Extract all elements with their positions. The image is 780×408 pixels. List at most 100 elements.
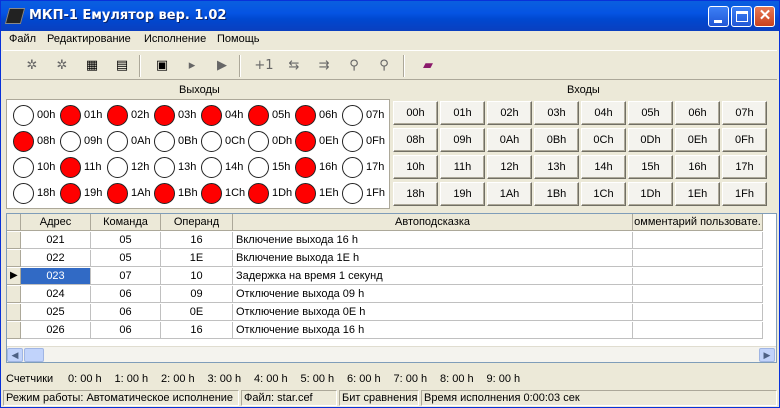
input-button-0Eh[interactable]: 0Eh	[675, 128, 720, 152]
output-led-06h[interactable]	[295, 105, 316, 126]
output-led-0Bh[interactable]	[154, 131, 175, 152]
column-header[interactable]: Команда	[91, 214, 161, 231]
output-led-16h[interactable]	[295, 157, 316, 178]
debug-icon[interactable]: ✲	[21, 55, 43, 77]
table-cell-cmd[interactable]: 06	[91, 286, 161, 303]
output-led-01h[interactable]	[60, 105, 81, 126]
table-cell-cmd[interactable]: 05	[91, 232, 161, 249]
column-header[interactable]: омментарий пользовате.	[633, 214, 763, 231]
input-button-18h[interactable]: 18h	[393, 182, 438, 206]
input-button-02h[interactable]: 02h	[487, 101, 532, 125]
output-led-09h[interactable]	[60, 131, 81, 152]
output-led-00h[interactable]	[13, 105, 34, 126]
input-button-1Dh[interactable]: 1Dh	[628, 182, 673, 206]
output-led-0Ch[interactable]	[201, 131, 222, 152]
column-header[interactable]: Операнд	[161, 214, 233, 231]
unlock-icon[interactable]: ⚲	[373, 55, 395, 77]
table-cell-hint[interactable]: Отключение выхода 16 h	[233, 322, 633, 339]
table-cell-cmd[interactable]: 07	[91, 268, 161, 285]
output-led-0Eh[interactable]	[295, 131, 316, 152]
output-led-03h[interactable]	[154, 105, 175, 126]
input-button-1Ch[interactable]: 1Ch	[581, 182, 626, 206]
input-button-09h[interactable]: 09h	[440, 128, 485, 152]
table-cell-comment[interactable]	[633, 322, 763, 339]
input-button-11h[interactable]: 11h	[440, 155, 485, 179]
table-cell-addr[interactable]: 026	[21, 322, 91, 339]
output-led-1Dh[interactable]	[248, 183, 269, 204]
input-button-13h[interactable]: 13h	[534, 155, 579, 179]
input-button-0Fh[interactable]: 0Fh	[722, 128, 767, 152]
scroll-left-icon[interactable]: ◀	[7, 348, 23, 362]
table-cell-cmd[interactable]: 05	[91, 250, 161, 267]
maximize-button[interactable]	[731, 6, 752, 27]
load-program-icon[interactable]: ▤	[111, 55, 133, 77]
menu-edit[interactable]: Редактирование	[47, 33, 131, 45]
input-button-04h[interactable]: 04h	[581, 101, 626, 125]
table-cell-hint[interactable]: Задержка на время 1 секунд	[233, 268, 633, 285]
input-button-1Fh[interactable]: 1Fh	[722, 182, 767, 206]
row-indicator[interactable]	[7, 304, 21, 321]
minimize-button[interactable]	[708, 6, 729, 27]
table-cell-cmd[interactable]: 06	[91, 322, 161, 339]
table-cell-addr[interactable]: 021	[21, 232, 91, 249]
input-button-17h[interactable]: 17h	[722, 155, 767, 179]
output-led-08h[interactable]	[13, 131, 34, 152]
output-led-1Eh[interactable]	[295, 183, 316, 204]
input-button-00h[interactable]: 00h	[393, 101, 438, 125]
insert-plus-icon[interactable]: +1	[253, 55, 275, 77]
column-header[interactable]: Автоподсказка	[233, 214, 633, 231]
table-cell-op[interactable]: 0E	[161, 304, 233, 321]
output-led-04h[interactable]	[201, 105, 222, 126]
output-led-14h[interactable]	[201, 157, 222, 178]
delete-row-icon[interactable]: ⇉	[313, 55, 335, 77]
table-cell-hint[interactable]: Включение выхода 1E h	[233, 250, 633, 267]
menu-file[interactable]: Файл	[9, 33, 36, 45]
table-cell-op[interactable]: 16	[161, 322, 233, 339]
input-button-0Dh[interactable]: 0Dh	[628, 128, 673, 152]
input-button-19h[interactable]: 19h	[440, 182, 485, 206]
table-cell-hint[interactable]: Отключение выхода 0E h	[233, 304, 633, 321]
lock-icon[interactable]: ⚲	[343, 55, 365, 77]
row-indicator[interactable]	[7, 250, 21, 267]
output-led-1Ah[interactable]	[107, 183, 128, 204]
input-button-1Bh[interactable]: 1Bh	[534, 182, 579, 206]
scroll-thumb[interactable]	[24, 348, 44, 362]
output-led-0Fh[interactable]	[342, 131, 363, 152]
step-icon[interactable]: ▸	[181, 55, 203, 77]
horizontal-scrollbar[interactable]: ◀ ▶	[7, 346, 776, 362]
close-button[interactable]: ✕	[754, 6, 775, 27]
row-indicator[interactable]	[7, 322, 21, 339]
row-indicator[interactable]	[7, 286, 21, 303]
input-button-1Eh[interactable]: 1Eh	[675, 182, 720, 206]
output-led-05h[interactable]	[248, 105, 269, 126]
table-cell-op[interactable]: 09	[161, 286, 233, 303]
table-cell-comment[interactable]	[633, 304, 763, 321]
scroll-right-icon[interactable]: ▶	[759, 348, 775, 362]
table-cell-comment[interactable]	[633, 232, 763, 249]
table-cell-addr[interactable]: 024	[21, 286, 91, 303]
menu-help[interactable]: Помощь	[217, 33, 260, 45]
output-led-11h[interactable]	[60, 157, 81, 178]
output-led-13h[interactable]	[154, 157, 175, 178]
insert-row-icon[interactable]: ⇆	[283, 55, 305, 77]
row-indicator[interactable]: ▶	[7, 268, 21, 285]
input-button-06h[interactable]: 06h	[675, 101, 720, 125]
output-led-1Bh[interactable]	[154, 183, 175, 204]
input-button-03h[interactable]: 03h	[534, 101, 579, 125]
output-led-1Ch[interactable]	[201, 183, 222, 204]
output-led-0Ah[interactable]	[107, 131, 128, 152]
output-led-15h[interactable]	[248, 157, 269, 178]
output-led-19h[interactable]	[60, 183, 81, 204]
input-button-01h[interactable]: 01h	[440, 101, 485, 125]
input-button-0Ah[interactable]: 0Ah	[487, 128, 532, 152]
input-button-14h[interactable]: 14h	[581, 155, 626, 179]
input-button-0Ch[interactable]: 0Ch	[581, 128, 626, 152]
table-cell-addr[interactable]: 025	[21, 304, 91, 321]
table-cell-comment[interactable]	[633, 286, 763, 303]
output-led-17h[interactable]	[342, 157, 363, 178]
output-led-02h[interactable]	[107, 105, 128, 126]
input-button-1Ah[interactable]: 1Ah	[487, 182, 532, 206]
table-cell-addr[interactable]: 022	[21, 250, 91, 267]
output-led-18h[interactable]	[13, 183, 34, 204]
input-button-0Bh[interactable]: 0Bh	[534, 128, 579, 152]
